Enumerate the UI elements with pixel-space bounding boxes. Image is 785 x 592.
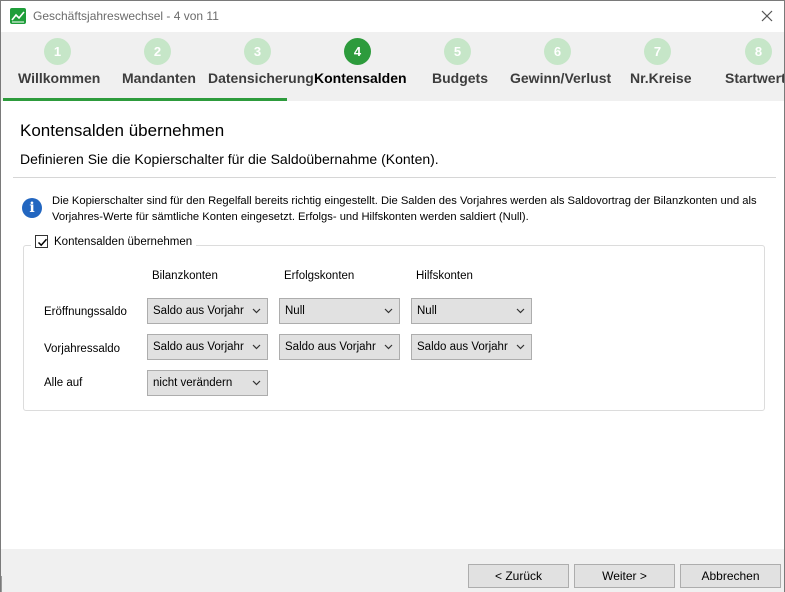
step-number: 8	[745, 38, 772, 65]
step-startwert[interactable]: 8 Startwert	[721, 32, 784, 101]
step-number: 4	[344, 38, 371, 65]
row-label-alle-auf: Alle auf	[44, 377, 83, 389]
step-label: Datensicherung	[208, 70, 314, 86]
chevron-down-icon	[384, 344, 393, 350]
eroeffnungssaldo-erfolgskonten-select[interactable]: Null	[279, 298, 400, 324]
column-header-bilanzkonten: Bilanzkonten	[152, 270, 218, 282]
step-label: Mandanten	[122, 70, 196, 86]
resize-grip	[1, 576, 5, 592]
window-title: Geschäftsjahreswechsel - 4 von 11	[33, 9, 219, 23]
chevron-down-icon	[252, 344, 261, 350]
step-label: Kontensalden	[314, 70, 407, 86]
wizard-window: Geschäftsjahreswechsel - 4 von 11 1 Will…	[0, 0, 785, 592]
step-number: 6	[544, 38, 571, 65]
eroeffnungssaldo-hilfskonten-select[interactable]: Null	[411, 298, 532, 324]
cancel-button[interactable]: Abbrechen	[680, 564, 781, 588]
select-value: Null	[285, 305, 305, 317]
step-label: Willkommen	[18, 70, 101, 86]
title-bar: Geschäftsjahreswechsel - 4 von 11	[1, 1, 784, 32]
vorjahressaldo-bilanzkonten-select[interactable]: Saldo aus Vorjahr	[147, 334, 268, 360]
vorjahressaldo-hilfskonten-select[interactable]: Saldo aus Vorjahr	[411, 334, 532, 360]
step-mandanten[interactable]: 2 Mandanten	[101, 32, 201, 101]
step-gewinn-verlust[interactable]: 6 Gewinn/Verlust	[501, 32, 621, 101]
page-subtitle: Definieren Sie die Kopierschalter für di…	[20, 151, 439, 167]
select-value: Saldo aus Vorjahr	[153, 341, 244, 353]
info-text: Die Kopierschalter sind für den Regelfal…	[52, 195, 757, 223]
row-label-vorjahressaldo: Vorjahressaldo	[44, 343, 121, 355]
step-number: 1	[44, 38, 71, 65]
divider	[13, 177, 776, 178]
page-title: Kontensalden übernehmen	[20, 121, 225, 140]
kontensalden-groupbox	[23, 245, 765, 411]
chevron-down-icon	[516, 344, 525, 350]
step-progress-bar	[3, 98, 287, 101]
select-value: Saldo aus Vorjahr	[285, 341, 376, 353]
step-number: 2	[144, 38, 171, 65]
back-button[interactable]: < Zurück	[468, 564, 569, 588]
row-label-eroeffnungssaldo: Eröffnungssaldo	[44, 306, 127, 318]
eroeffnungssaldo-bilanzkonten-select[interactable]: Saldo aus Vorjahr	[147, 298, 268, 324]
step-number: 3	[244, 38, 271, 65]
step-nr-kreise[interactable]: 7 Nr.Kreise	[621, 32, 721, 101]
step-willkommen[interactable]: 1 Willkommen	[1, 32, 101, 101]
vorjahressaldo-erfolgskonten-select[interactable]: Saldo aus Vorjahr	[279, 334, 400, 360]
step-label: Gewinn/Verlust	[510, 70, 612, 86]
step-label: Budgets	[432, 70, 488, 86]
next-button[interactable]: Weiter >	[574, 564, 675, 588]
chevron-down-icon	[516, 308, 525, 314]
column-header-erfolgskonten: Erfolgskonten	[284, 270, 355, 282]
wizard-stepper: 1 Willkommen 2 Mandanten 3 Datensicherun…	[1, 32, 784, 101]
chart-app-icon	[10, 8, 26, 24]
chevron-down-icon	[384, 308, 393, 314]
checkmark-icon	[37, 238, 48, 247]
chevron-down-icon	[252, 308, 261, 314]
kontensalden-checkbox[interactable]	[35, 235, 48, 248]
step-kontensalden[interactable]: 4 Kontensalden	[313, 32, 413, 101]
kontensalden-checkbox-row[interactable]: Kontensalden übernehmen	[31, 235, 197, 248]
step-label: Startwert	[725, 70, 784, 86]
step-number: 5	[444, 38, 471, 65]
chevron-down-icon	[252, 380, 261, 386]
step-datensicherung[interactable]: 3 Datensicherung	[201, 32, 314, 101]
select-value: Null	[417, 305, 437, 317]
info-icon: i	[22, 198, 42, 218]
select-value: Saldo aus Vorjahr	[417, 341, 508, 353]
step-budgets[interactable]: 5 Budgets	[413, 32, 513, 101]
step-label: Nr.Kreise	[630, 70, 692, 86]
step-number: 7	[644, 38, 671, 65]
alle-auf-select[interactable]: nicht verändern	[147, 370, 268, 396]
select-value: nicht verändern	[153, 377, 233, 389]
close-icon[interactable]	[758, 7, 776, 25]
select-value: Saldo aus Vorjahr	[153, 305, 244, 317]
column-header-hilfskonten: Hilfskonten	[416, 270, 473, 282]
checkbox-label: Kontensalden übernehmen	[54, 235, 193, 248]
